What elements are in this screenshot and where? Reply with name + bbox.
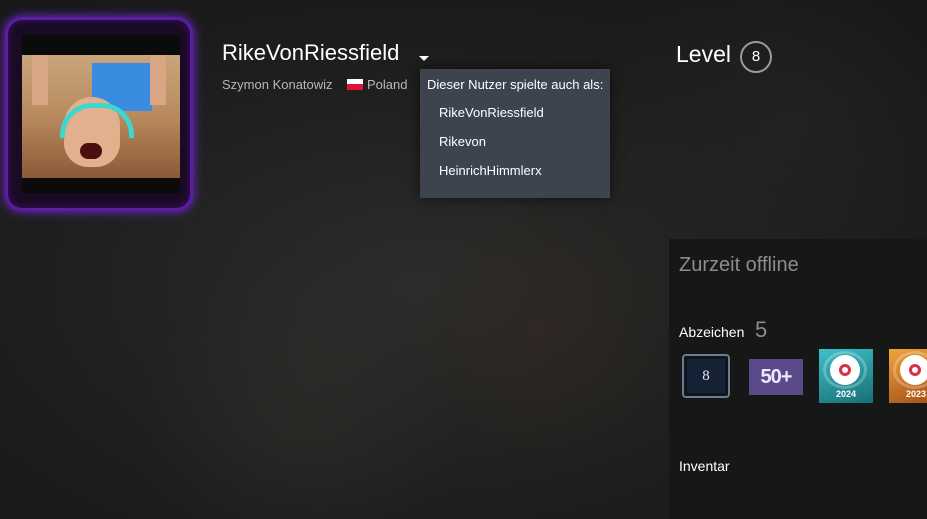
games-50-badge-icon[interactable]: 50+ [749,359,803,395]
badge-50-text: 50+ [760,366,793,388]
level-badge[interactable]: 8 [740,41,772,73]
real-name: Szymon Konatowiz [222,77,333,92]
badge-year-text: 2023 [905,389,927,399]
avatar-arm-left [32,55,48,105]
persona-name[interactable]: RikeVonRiessfield [222,40,399,66]
avatar-mouth [80,143,102,159]
online-status: Zurzeit offline [679,254,799,276]
alias-dropdown-header: Dieser Nutzer spielte auch als: [427,77,604,92]
steam-replay-2024-badge-icon[interactable]: 2024 [819,349,873,403]
alias-item[interactable]: HeinrichHimmlerx [439,163,542,178]
avatar-arm-right [150,55,166,105]
badge-year-text: 2024 [835,389,857,399]
poland-flag-icon [347,79,363,90]
country-name: Poland [367,77,408,92]
steam-logo-icon [900,355,927,385]
profile-sidebar: Zurzeit offline Abzeichen 5 8 50+ 2024 2… [669,239,927,519]
badges-count[interactable]: 5 [755,317,767,343]
alias-dropdown: Dieser Nutzer spielte auch als: RikeVonR… [420,69,610,198]
inventory-link[interactable]: Inventar [679,458,730,474]
steam-logo-icon [830,355,860,385]
avatar[interactable] [22,35,180,193]
badge-level-text: 8 [702,368,710,384]
level-8-badge-icon[interactable]: 8 [682,354,730,398]
alias-item[interactable]: Rikevon [439,134,486,149]
steam-replay-2023-badge-icon[interactable]: 2023 [889,349,927,403]
badges-link[interactable]: Abzeichen [679,324,744,340]
level-label: Level [676,41,731,67]
alias-item[interactable]: RikeVonRiessfield [439,105,544,120]
alias-dropdown-caret-icon[interactable] [419,56,429,61]
